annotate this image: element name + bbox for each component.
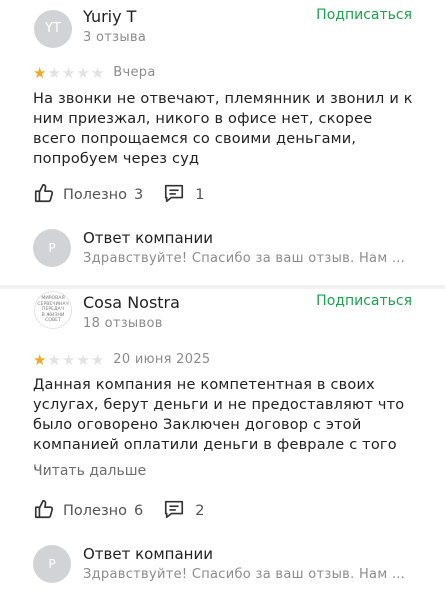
author-name[interactable]: Yuriy T (83, 7, 136, 26)
reply-preview: Здравствуйте! Спасибо за ваш отзыв. Нам … (83, 251, 413, 266)
star-icon: ★ (33, 351, 47, 369)
review-actions: Полезно 6 2 (33, 498, 205, 524)
review-text: На звонки не отвечают, племянник и звони… (33, 91, 413, 167)
star-icon: ★ (47, 64, 61, 82)
review-text: Данная компания не компетентная в своих … (33, 377, 405, 473)
useful-label: Полезно (63, 187, 128, 203)
subscribe-button[interactable]: Подписаться (316, 293, 412, 309)
review-card: YT Yuriy T 3 отзыва Подписаться ★★★★★ Вч… (0, 0, 445, 285)
review-actions: Полезно 3 1 (33, 182, 205, 208)
review-card: МИРОВАЯ СЕРВЕЧИНАЧ ПЕРЕДАЧ В ЖИЗНИ СОВЕТ… (0, 285, 445, 600)
reply-preview: Здравствуйте! Спасибо за ваш отзыв. Нам … (83, 567, 413, 582)
star-icon: ★ (61, 351, 76, 369)
star-icon: ★ (47, 351, 61, 369)
useful-count: 6 (134, 503, 144, 519)
review-date: Вчера (113, 65, 156, 80)
author-reviews-count: 3 отзыва (83, 30, 147, 45)
useful-button[interactable]: Полезно 6 (33, 498, 143, 524)
rating: ★★★★★ Вчера (33, 63, 156, 82)
reply-title: Ответ компании (83, 229, 213, 247)
comments-count: 2 (195, 503, 205, 519)
comments-button[interactable]: 2 (163, 498, 205, 524)
comments-count: 1 (195, 187, 205, 203)
star-icon: ★ (90, 64, 105, 82)
company-avatar: Р (33, 545, 71, 583)
review-date: 20 июня 2025 (113, 352, 211, 367)
avatar[interactable]: МИРОВАЯ СЕРВЕЧИНАЧ ПЕРЕДАЧ В ЖИЗНИ СОВЕТ (34, 291, 72, 329)
star-icon: ★ (76, 351, 90, 369)
rating-stars: ★★★★★ (33, 350, 105, 369)
comments-button[interactable]: 1 (163, 182, 205, 208)
subscribe-button[interactable]: Подписаться (316, 7, 412, 23)
read-more-link[interactable]: Читать дальше (33, 463, 146, 479)
logo-line: СОВЕТ (45, 318, 61, 324)
reply-title: Ответ компании (83, 545, 213, 563)
useful-label: Полезно (63, 503, 128, 519)
useful-count: 3 (134, 187, 144, 203)
star-icon: ★ (90, 351, 105, 369)
useful-button[interactable]: Полезно 3 (33, 182, 143, 208)
company-avatar: Р (33, 229, 71, 267)
author-name[interactable]: Cosa Nostra (83, 293, 180, 312)
comment-icon (163, 498, 185, 524)
star-icon: ★ (76, 64, 90, 82)
author-reviews-count: 18 отзывов (83, 316, 163, 331)
star-icon: ★ (33, 64, 47, 82)
rating: ★★★★★ 20 июня 2025 (33, 350, 210, 369)
thumbs-up-icon (33, 498, 55, 524)
rating-stars: ★★★★★ (33, 63, 105, 82)
thumbs-up-icon (33, 182, 55, 208)
avatar[interactable]: YT (34, 10, 72, 48)
comment-icon (163, 182, 185, 208)
star-icon: ★ (61, 64, 76, 82)
